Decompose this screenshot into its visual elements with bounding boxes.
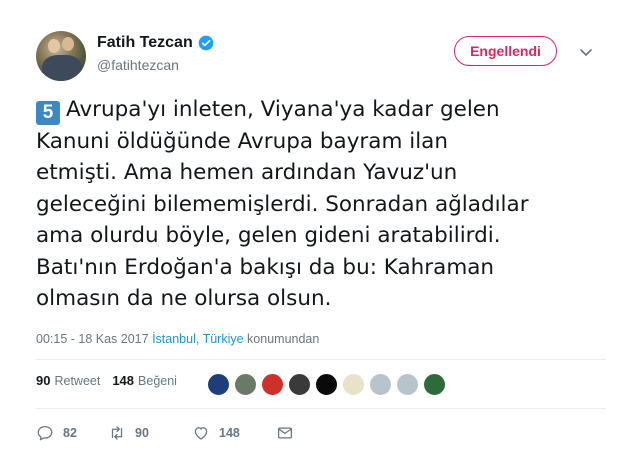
- divider: [36, 359, 606, 360]
- tweet-metadata: 00:15 - 18 Kas 2017 İstanbul, Türkiye ko…: [36, 332, 319, 346]
- author-avatar[interactable]: [36, 31, 86, 81]
- tweet-line: etmişti. Ama hemen ardından Yavuz'un: [36, 160, 458, 185]
- verified-badge-icon: [198, 35, 214, 51]
- retweet-button[interactable]: 90: [108, 424, 192, 442]
- reply-icon: [37, 425, 53, 441]
- liker-avatar-4[interactable]: [288, 373, 311, 396]
- retweets-stat[interactable]: 90 Retweet: [36, 373, 100, 388]
- liker-avatar-2[interactable]: [234, 373, 257, 396]
- likes-stat[interactable]: 148 Beğeni: [112, 373, 177, 388]
- like-count: 148: [219, 426, 240, 440]
- chevron-down-icon[interactable]: [578, 44, 594, 60]
- engagement-stats: 90 Retweet 148 Beğeni: [36, 373, 177, 388]
- blocked-button[interactable]: Engellendi: [454, 36, 557, 66]
- heart-icon: [194, 427, 208, 440]
- tweet-text: 5 Avrupa'yı inleten, Viyana'ya kadar gele…: [36, 94, 606, 315]
- reply-count: 82: [63, 426, 77, 440]
- liker-avatar-1[interactable]: [207, 373, 230, 396]
- tweet-timestamp[interactable]: 00:15 - 18 Kas 2017: [36, 332, 149, 346]
- author-name-row: Fatih Tezcan: [97, 34, 214, 52]
- liker-avatar-7[interactable]: [369, 373, 392, 396]
- liker-avatars: [207, 373, 450, 396]
- divider: [36, 408, 606, 409]
- liker-avatar-3[interactable]: [261, 373, 284, 396]
- tweet-line: 5 Avrupa'yı inleten, Viyana'ya kadar gele…: [36, 94, 606, 126]
- author-name[interactable]: Fatih Tezcan: [97, 34, 193, 52]
- direct-message-button[interactable]: [276, 424, 294, 442]
- author-handle[interactable]: @fatihtezcan: [97, 57, 179, 73]
- location-suffix: konumundan: [247, 332, 320, 346]
- liker-avatar-5[interactable]: [315, 373, 338, 396]
- keycap-five-emoji: 5: [36, 101, 60, 125]
- envelope-icon: [277, 427, 293, 439]
- tweet-location-link[interactable]: İstanbul, Türkiye: [152, 332, 243, 346]
- like-button[interactable]: 148: [192, 424, 276, 442]
- tweet-actions: 82 90 148: [36, 424, 294, 442]
- liker-avatar-6[interactable]: [342, 373, 365, 396]
- tweet-line: olmasın da ne olursa olsun.: [36, 286, 332, 311]
- tweet-line: Batı'nın Erdoğan'a bakışı da bu: Kahrama…: [36, 254, 495, 280]
- tweet-line: ama olurdu böyle, gelen gideni aratabili…: [36, 223, 501, 248]
- reply-button[interactable]: 82: [36, 424, 108, 442]
- retweet-count: 90: [135, 426, 149, 440]
- tweet-line: geleceğini bilememişlerdi. Sonradan ağla…: [36, 191, 529, 217]
- liker-avatar-8[interactable]: [396, 373, 419, 396]
- tweet-line: Kanuni öldüğünde Avrupa bayram ilan: [36, 128, 448, 154]
- retweet-icon: [111, 426, 123, 440]
- liker-avatar-9[interactable]: [423, 373, 446, 396]
